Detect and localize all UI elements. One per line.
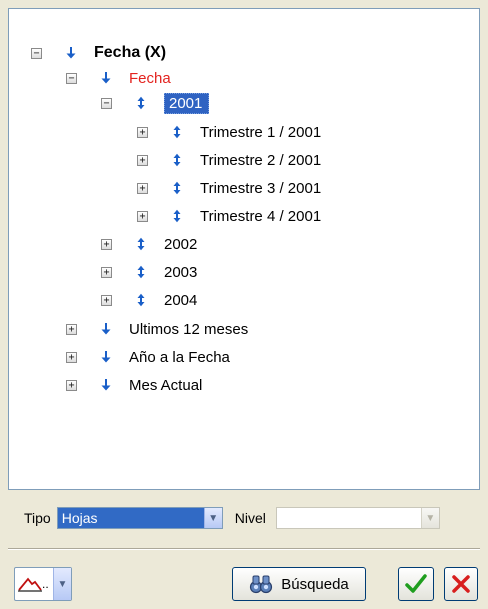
arrow-down-icon — [66, 47, 76, 59]
collapse-toggle[interactable]: − — [31, 47, 42, 59]
tree-item-quarter[interactable]: + Trimestre 2 / 2001 — [137, 149, 321, 171]
tree-item-ano-a-la-fecha[interactable]: + Año a la Fecha — [66, 346, 230, 368]
tree-item-label: Fecha — [129, 69, 171, 87]
ok-button[interactable] — [398, 567, 434, 601]
expand-toggle[interactable]: + — [137, 126, 148, 138]
mode-ellipsis: .. — [42, 577, 49, 591]
divider — [8, 548, 480, 550]
tree-item-2001[interactable]: − 2001 — [101, 92, 210, 114]
tipo-select[interactable]: Hojas ▼ — [56, 507, 223, 529]
tree-item-year[interactable]: + 2002 — [101, 233, 197, 255]
tree-item-label: 2003 — [164, 263, 198, 281]
chevron-down-icon[interactable]: ▼ — [203, 508, 222, 528]
nivel-select[interactable]: ▼ — [275, 507, 440, 529]
arrow-updown-icon — [137, 265, 145, 279]
collapse-toggle[interactable]: − — [66, 72, 77, 84]
expand-toggle[interactable]: + — [137, 182, 148, 194]
expand-toggle[interactable]: + — [137, 154, 148, 166]
tree-item-label: Trimestre 4 / 2001 — [200, 207, 322, 225]
tree-item-mes-actual[interactable]: + Mes Actual — [66, 374, 202, 396]
tree-item-year[interactable]: + 2004 — [101, 289, 197, 311]
expand-toggle[interactable]: + — [137, 210, 148, 222]
tree-item-label: Trimestre 2 / 2001 — [200, 151, 322, 169]
tree-item-label: 2002 — [164, 235, 198, 253]
search-button[interactable]: Búsqueda — [232, 567, 366, 601]
mode-combo[interactable]: .. ▼ — [14, 567, 72, 601]
expand-toggle[interactable]: + — [66, 351, 77, 363]
tree-item-label-selected: 2001 — [164, 92, 210, 114]
tree-item-label: Trimestre 3 / 2001 — [200, 179, 322, 197]
close-icon — [452, 575, 470, 593]
mountain-chart-icon — [18, 577, 42, 592]
arrow-updown-icon — [173, 209, 181, 223]
arrow-down-icon — [101, 379, 111, 391]
tree-item-year[interactable]: + 2003 — [101, 261, 197, 283]
tree-item-label: Trimestre 1 / 2001 — [200, 123, 322, 141]
chevron-down-icon[interactable]: ▼ — [420, 508, 439, 528]
tree-item-fecha-x[interactable]: − Fecha (X) — [31, 42, 166, 64]
tree-item-ultimos-12-meses[interactable]: + Ultimos 12 meses — [66, 318, 248, 340]
expand-toggle[interactable]: + — [101, 266, 112, 278]
tipo-select-value: Hojas — [57, 508, 204, 528]
arrow-updown-icon — [137, 293, 145, 307]
arrow-down-icon — [101, 323, 111, 335]
nivel-select-value — [277, 508, 421, 528]
mode-selector[interactable]: .. ▼ — [14, 567, 72, 601]
arrow-updown-icon — [173, 125, 181, 139]
expand-toggle[interactable]: + — [66, 323, 77, 335]
mode-value: .. — [15, 568, 53, 600]
filter-row: Tipo Hojas ▼ Nivel ▼ — [24, 505, 440, 531]
binoculars-icon — [250, 575, 273, 594]
arrow-updown-icon — [137, 96, 145, 110]
tree-item-label: Fecha (X) — [94, 44, 167, 61]
tree-item-label: 2004 — [164, 291, 198, 309]
checkmark-icon — [405, 574, 427, 593]
arrow-down-icon — [101, 351, 111, 363]
arrow-updown-icon — [137, 237, 145, 251]
tree-item-label: Ultimos 12 meses — [129, 320, 249, 338]
tree-item-fecha[interactable]: − Fecha — [66, 67, 171, 89]
arrow-updown-icon — [173, 153, 181, 167]
arrow-updown-icon — [173, 181, 181, 195]
tree-item-label: Mes Actual — [129, 376, 203, 394]
collapse-toggle[interactable]: − — [101, 97, 112, 109]
expand-toggle[interactable]: + — [66, 379, 77, 391]
arrow-down-icon — [101, 72, 111, 84]
tree-item-quarter[interactable]: + Trimestre 4 / 2001 — [137, 205, 321, 227]
tree-item-label: Año a la Fecha — [129, 348, 230, 366]
tipo-label: Tipo — [24, 510, 51, 526]
nivel-label: Nivel — [234, 510, 266, 526]
expand-toggle[interactable]: + — [101, 294, 112, 306]
chevron-down-icon[interactable]: ▼ — [53, 568, 71, 600]
tree-item-quarter[interactable]: + Trimestre 3 / 2001 — [137, 177, 321, 199]
tree-item-quarter[interactable]: + Trimestre 1 / 2001 — [137, 121, 321, 143]
expand-toggle[interactable]: + — [101, 238, 112, 250]
cancel-button[interactable] — [444, 567, 478, 601]
search-button-label: Búsqueda — [281, 575, 349, 593]
dimension-tree-panel: − Fecha (X) − Fecha − 2001 + Trimestre 1… — [8, 8, 480, 490]
